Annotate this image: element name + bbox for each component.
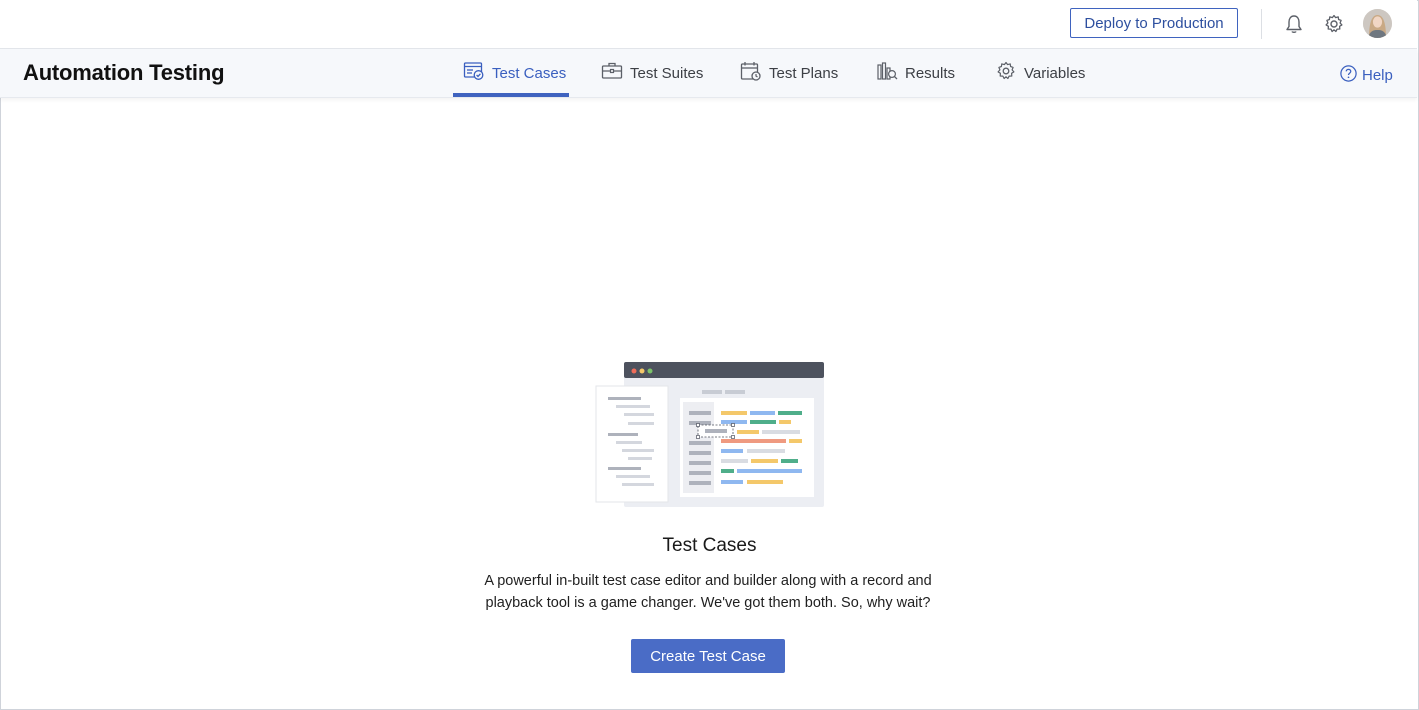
tab-test-suites[interactable]: Test Suites	[601, 49, 703, 97]
help-icon	[1339, 64, 1358, 87]
help-label: Help	[1362, 67, 1393, 84]
sub-navigation-bar: Automation Testing Test Cases Test Suite…	[0, 49, 1417, 98]
tab-label: Test Suites	[630, 64, 704, 82]
deploy-to-production-button[interactable]: Deploy to Production	[1070, 8, 1238, 38]
gear-icon[interactable]	[1323, 13, 1345, 35]
app-title: Automation Testing	[23, 60, 225, 85]
tab-label: Variables	[1024, 64, 1086, 82]
test-cases-icon	[463, 61, 485, 85]
active-tab-indicator	[453, 93, 569, 97]
calendar-icon	[740, 61, 762, 85]
results-icon	[876, 61, 898, 85]
briefcase-icon	[601, 61, 623, 85]
header-divider	[1261, 9, 1262, 39]
empty-state-description: A powerful in-built test case editor and…	[484, 573, 932, 611]
bell-icon[interactable]	[1283, 13, 1305, 35]
gear-icon	[995, 61, 1017, 85]
help-link[interactable]: Help	[1339, 64, 1393, 87]
empty-state-title: Test Cases	[662, 535, 757, 556]
top-bar: Deploy to Production	[0, 0, 1417, 49]
tab-variables[interactable]: Variables	[995, 49, 1085, 97]
tab-label: Test Plans	[769, 64, 839, 82]
create-test-case-button[interactable]: Create Test Case	[631, 639, 785, 673]
tab-test-cases[interactable]: Test Cases	[463, 49, 566, 97]
avatar[interactable]	[1363, 9, 1392, 38]
tab-label: Results	[905, 64, 956, 82]
tab-test-plans[interactable]: Test Plans	[740, 49, 838, 97]
tab-results[interactable]: Results	[876, 49, 955, 97]
test-cases-illustration	[594, 361, 826, 509]
tab-label: Test Cases	[492, 64, 567, 82]
